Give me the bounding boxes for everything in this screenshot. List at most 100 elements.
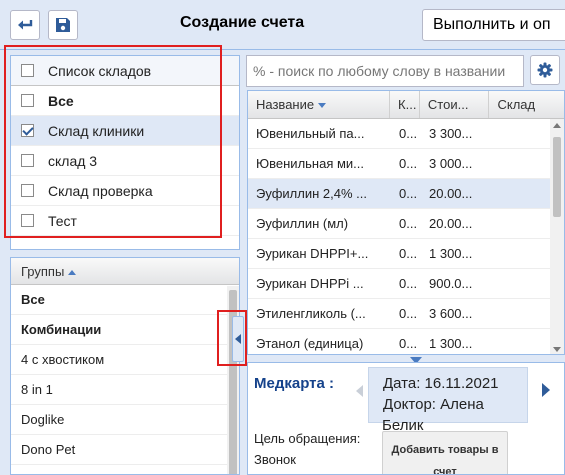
visit-reason-value: Звонок: [254, 452, 296, 467]
cell-name: Эуфиллин (мл): [256, 216, 349, 231]
top-toolbar: Создание счета Выполнить и оп: [0, 0, 565, 50]
column-header-quantity[interactable]: К...: [390, 91, 420, 118]
cell-warehouse: [491, 239, 552, 268]
warehouse-checkbox[interactable]: [21, 184, 34, 197]
visit-doctor: Доктор: Алена: [383, 396, 484, 413]
cell-price: 3 000...: [429, 156, 473, 171]
grid-scrollbar[interactable]: [550, 119, 564, 354]
warehouse-checkbox[interactable]: [21, 214, 34, 227]
table-row[interactable]: Ювенильный па... 0... 3 300...: [248, 119, 564, 149]
group-item[interactable]: 4 с хвостиком: [11, 345, 239, 375]
add-goods-label-line2: счет: [433, 466, 457, 475]
settings-button[interactable]: [530, 55, 560, 85]
groups-header-label: Группы: [21, 264, 65, 279]
cell-price: 1 300...: [429, 246, 473, 261]
group-item[interactable]: 8 in 1: [11, 375, 239, 405]
groups-scrollbar[interactable]: [227, 286, 239, 474]
table-row[interactable]: Эуфиллин (мл) 0... 20.00...: [248, 209, 564, 239]
visit-reason-label: Цель обращения:: [254, 431, 361, 446]
table-row-selected[interactable]: Эуфиллин 2,4% ... 0... 20.00...: [248, 179, 564, 209]
cell-warehouse: [491, 269, 552, 298]
cell-warehouse: [491, 149, 552, 178]
cell-warehouse: [491, 299, 552, 328]
warehouse-item-label: Все: [48, 92, 74, 109]
group-item[interactable]: Комбинации: [11, 315, 239, 345]
save-button[interactable]: [48, 10, 78, 40]
cell-price: 3 600...: [429, 306, 473, 321]
warehouse-item-label: Склад проверка: [48, 182, 153, 199]
warehouse-item[interactable]: Склад проверка: [11, 176, 239, 206]
table-row[interactable]: Этиленгликоль (... 0... 3 600...: [248, 299, 564, 329]
cell-name: Ювенильный па...: [256, 126, 365, 141]
select-all-checkbox[interactable]: [21, 64, 34, 77]
cell-quantity: 0...: [399, 186, 418, 201]
next-visit-icon[interactable]: [542, 383, 550, 397]
groups-panel: Группы Все Комбинации 4 с хвостиком 8 in…: [10, 257, 240, 475]
warehouse-item-label: склад 3: [48, 152, 98, 169]
gear-icon: [537, 62, 553, 78]
cell-price: 20.00...: [429, 216, 473, 231]
group-item[interactable]: Doglike: [11, 405, 239, 435]
warehouse-list-panel: Список складов Все Склад клиники склад 3…: [10, 55, 240, 250]
products-grid: Название К... Стои... Склад Ювенильный п…: [247, 90, 565, 355]
cell-quantity: 0...: [399, 246, 418, 261]
cell-name: Этиленгликоль (...: [256, 306, 366, 321]
column-header-warehouse[interactable]: Склад: [489, 91, 564, 118]
warehouse-item[interactable]: Все: [11, 86, 239, 116]
table-row[interactable]: Этанол (единица) 0... 1 300...: [248, 329, 564, 354]
medcard-title: Медкарта :: [254, 375, 335, 392]
cell-quantity: 0...: [399, 216, 418, 231]
page-title: Создание счета: [180, 14, 305, 31]
column-header-price[interactable]: Стои...: [420, 91, 490, 118]
warehouse-item[interactable]: Тест: [11, 206, 239, 236]
back-button[interactable]: [10, 10, 40, 40]
cell-quantity: 0...: [399, 276, 418, 291]
grid-header: Название К... Стои... Склад: [248, 91, 564, 119]
scroll-up-icon[interactable]: [553, 123, 561, 128]
cell-price: 3 300...: [429, 126, 473, 141]
add-goods-button[interactable]: Добавить товары в счет: [382, 431, 508, 475]
cell-name: Этанол (единица): [256, 336, 364, 351]
add-goods-label-line1: Добавить товары в: [391, 444, 499, 456]
warehouse-list-header[interactable]: Список складов: [11, 56, 239, 86]
cell-quantity: 0...: [399, 156, 418, 171]
group-item[interactable]: Dono Pet: [11, 435, 239, 465]
table-row[interactable]: Эурикан DHPPI+... 0... 1 300...: [248, 239, 564, 269]
cell-price: 1 300...: [429, 336, 473, 351]
column-header-label: Название: [256, 97, 315, 112]
cell-price: 20.00...: [429, 186, 473, 201]
cell-quantity: 0...: [399, 126, 418, 141]
cell-quantity: 0...: [399, 306, 418, 321]
table-row[interactable]: Ювенильная ми... 0... 3 000...: [248, 149, 564, 179]
cell-quantity: 0...: [399, 336, 418, 351]
column-header-name[interactable]: Название: [248, 91, 391, 118]
warehouse-item[interactable]: склад 3: [11, 146, 239, 176]
floppy-disk-icon: [56, 18, 70, 32]
group-item[interactable]: Все: [11, 285, 239, 315]
medcard-panel: Медкарта : Дата: 16.11.2021 Доктор: Ален…: [247, 362, 565, 475]
visit-date: Дата: 16.11.2021: [383, 375, 499, 392]
cell-name: Ювенильная ми...: [256, 156, 365, 171]
warehouse-checkbox[interactable]: [21, 94, 34, 107]
cell-name: Эуфиллин 2,4% ...: [256, 186, 367, 201]
sort-descending-icon: [318, 103, 327, 109]
warehouse-list-title: Список складов: [48, 62, 152, 79]
table-row[interactable]: Эурикан DHPPi ... 0... 900.0...: [248, 269, 564, 299]
visit-card[interactable]: Дата: 16.11.2021 Доктор: Алена: [368, 367, 528, 423]
group-item[interactable]: Dog Chocolate: [11, 465, 239, 474]
search-input[interactable]: % - поиск по любому слову в названии: [246, 55, 524, 87]
cell-warehouse: [491, 209, 552, 238]
scroll-down-icon[interactable]: [553, 347, 561, 352]
collapse-panel-button[interactable]: [232, 316, 244, 362]
execute-button[interactable]: Выполнить и оп: [422, 9, 565, 41]
warehouse-checkbox-checked[interactable]: [21, 124, 34, 137]
groups-header[interactable]: Группы: [11, 258, 239, 285]
previous-visit-icon[interactable]: [356, 385, 363, 397]
warehouse-item-label: Склад клиники: [48, 122, 145, 139]
warehouse-item[interactable]: Склад клиники: [11, 116, 239, 146]
grid-scroll-thumb[interactable]: [553, 137, 561, 217]
warehouse-checkbox[interactable]: [21, 154, 34, 167]
cell-warehouse: [491, 179, 552, 208]
warehouse-item-label: Тест: [48, 212, 77, 229]
cell-name: Эурикан DHPPi ...: [256, 276, 364, 291]
